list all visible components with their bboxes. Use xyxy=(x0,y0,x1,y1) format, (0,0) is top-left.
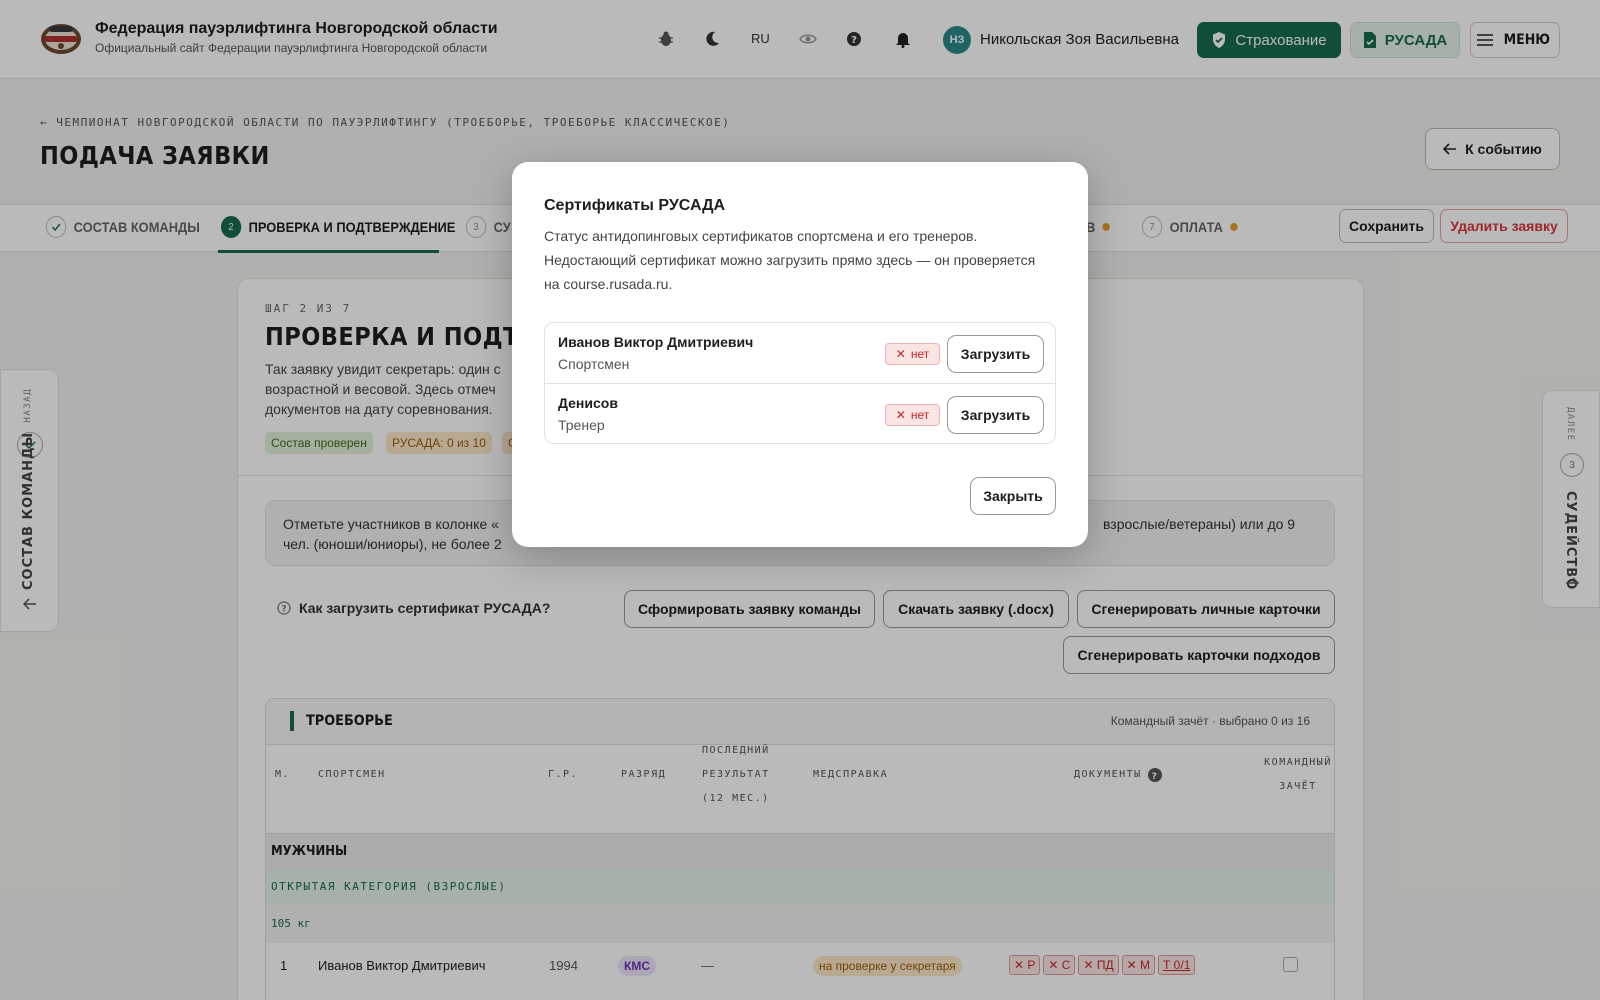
certificates-list: Иванов Виктор Дмитриевич Спортсмен ✕ нет … xyxy=(544,322,1056,444)
status-text: нет xyxy=(910,408,930,422)
person-name: Денисов xyxy=(558,395,618,411)
modal-title: Сертификаты РУСАДА xyxy=(544,197,726,214)
close-x-icon: ✕ xyxy=(895,347,906,361)
person-name: Иванов Виктор Дмитриевич xyxy=(558,334,754,350)
list-item: Денисов Тренер ✕ нет Загрузить xyxy=(545,384,1055,443)
close-button[interactable]: Закрыть xyxy=(970,477,1056,515)
upload-button[interactable]: Загрузить xyxy=(947,396,1044,434)
rusada-certificates-modal: Сертификаты РУСАДА Статус антидопинговых… xyxy=(512,162,1088,547)
person-role: Спортсмен xyxy=(558,356,630,372)
modal-description: Статус антидопинговых сертификатов спорт… xyxy=(544,228,1036,292)
person-role: Тренер xyxy=(558,417,605,433)
status-badge: ✕ нет xyxy=(885,343,940,365)
list-item: Иванов Виктор Дмитриевич Спортсмен ✕ нет … xyxy=(545,323,1055,384)
status-text: нет xyxy=(910,347,930,361)
upload-button[interactable]: Загрузить xyxy=(947,335,1044,373)
status-badge: ✕ нет xyxy=(885,404,940,426)
close-x-icon: ✕ xyxy=(895,408,906,422)
